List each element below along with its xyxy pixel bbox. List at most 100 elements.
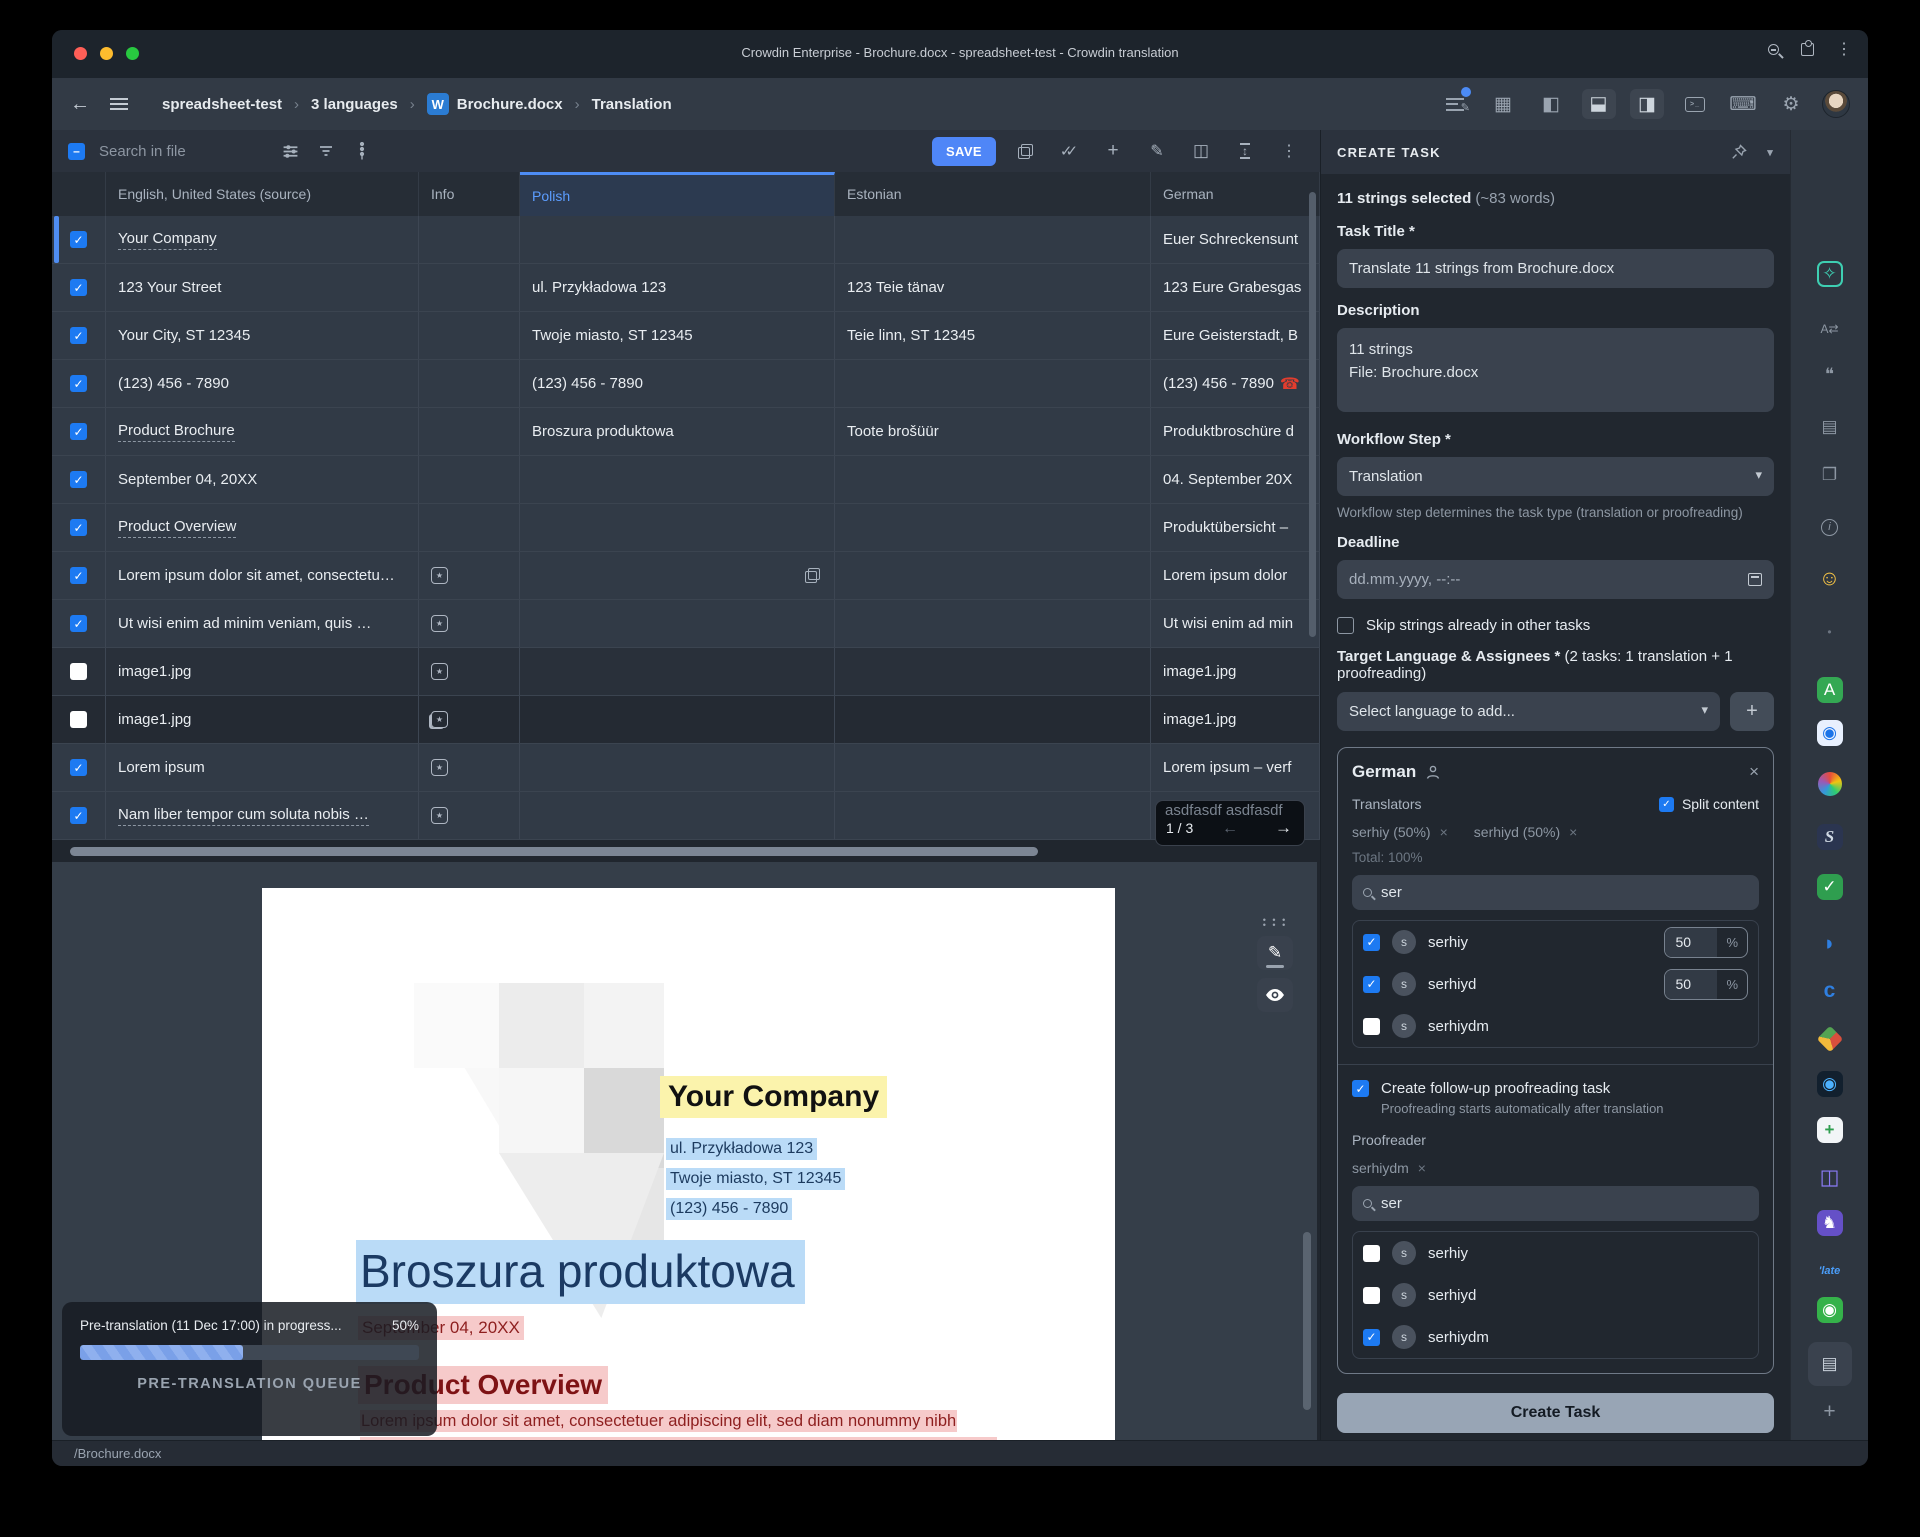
- table-row[interactable]: ✓Product BrochureBroszura produktowaToot…: [52, 408, 1320, 456]
- assignee-option[interactable]: sserhiyd: [1353, 1274, 1758, 1316]
- table-row[interactable]: ✓123 Your Streetul. Przykładowa 123123 T…: [52, 264, 1320, 312]
- popup-prev-icon[interactable]: ←: [1222, 820, 1238, 838]
- green-eye-icon[interactable]: ◉: [1817, 1297, 1843, 1323]
- assignee-checkbox[interactable]: [1363, 1245, 1380, 1262]
- table-row[interactable]: ✓September 04, 20XX04. September 20X: [52, 456, 1320, 504]
- row-checkbox[interactable]: ✓: [70, 807, 87, 824]
- eye-app-icon[interactable]: ◉: [1817, 720, 1843, 746]
- pages-icon[interactable]: ❐: [1816, 461, 1844, 489]
- popup-next-icon[interactable]: →: [1275, 818, 1292, 838]
- terminal-icon[interactable]: >_: [1678, 89, 1712, 119]
- row-checkbox[interactable]: ✓: [70, 759, 87, 776]
- zoom-icon[interactable]: [1768, 44, 1779, 55]
- notes-edit-icon[interactable]: [1438, 89, 1472, 119]
- table-row[interactable]: image1.jpg★image1.jpg: [52, 648, 1320, 696]
- add-extension-icon[interactable]: +: [1816, 1398, 1844, 1426]
- s-logo-icon[interactable]: S: [1817, 824, 1843, 850]
- breadcrumb-project[interactable]: spreadsheet-test: [162, 96, 282, 113]
- row-checkbox[interactable]: ✓: [70, 375, 87, 392]
- search-input[interactable]: Search in file: [99, 143, 269, 160]
- followup-proofreading-checkbox[interactable]: ✓: [1352, 1080, 1369, 1097]
- translator-app-icon[interactable]: A: [1817, 677, 1843, 703]
- late-text-icon[interactable]: 'late: [1816, 1257, 1844, 1285]
- assignee-option[interactable]: ✓sserhiy%: [1353, 921, 1758, 963]
- toolbar-menu-icon[interactable]: ⋮: [1274, 137, 1304, 165]
- left-panel-icon[interactable]: ◧: [1534, 89, 1568, 119]
- assignee-option[interactable]: sserhiydm: [1353, 1005, 1758, 1047]
- row-checkbox[interactable]: ✓: [70, 231, 87, 248]
- filter-icon[interactable]: [311, 137, 341, 165]
- deadline-input[interactable]: dd.mm.yyyy, --:--: [1337, 560, 1774, 599]
- table-row[interactable]: ✓Ut wisi enim ad minim veniam, quis …★Ut…: [52, 600, 1320, 648]
- bottom-panel-icon[interactable]: ◨: [1582, 89, 1616, 119]
- file-info-icon[interactable]: i: [1816, 513, 1844, 541]
- table-row[interactable]: image1.jpg★image1.jpg: [52, 696, 1320, 744]
- approve-all-icon[interactable]: ✓✓: [1054, 137, 1084, 165]
- assignee-option[interactable]: ✓sserhiydm: [1353, 1316, 1758, 1358]
- purple-panes-icon[interactable]: ◫: [1816, 1163, 1844, 1191]
- more-dots-icon[interactable]: [347, 137, 377, 165]
- extensions-icon[interactable]: [1801, 43, 1814, 56]
- row-checkbox[interactable]: [70, 663, 87, 680]
- breadcrumb-languages[interactable]: 3 languages: [311, 96, 398, 113]
- proofreader-search[interactable]: [1352, 1186, 1759, 1221]
- row-checkbox[interactable]: ✓: [70, 567, 87, 584]
- table-row[interactable]: ✓Your CompanyEuer Schreckensunt: [52, 216, 1320, 264]
- preview-drag-handle[interactable]: • • •• • •: [1257, 918, 1293, 928]
- description-textarea[interactable]: 11 strings File: Brochure.docx: [1337, 328, 1774, 412]
- row-checkbox[interactable]: ✓: [70, 615, 87, 632]
- keyboard-shortcuts-icon[interactable]: ⌨: [1726, 89, 1760, 119]
- remove-chip-icon[interactable]: ×: [1440, 824, 1448, 840]
- card-view-icon[interactable]: ▤: [1816, 413, 1844, 441]
- green-check-icon[interactable]: ✓: [1817, 874, 1843, 900]
- assignee-checkbox[interactable]: [1363, 1018, 1380, 1035]
- browser-menu-icon[interactable]: ⋮: [1836, 43, 1852, 56]
- table-row[interactable]: ✓Your City, ST 12345Twoje miasto, ST 123…: [52, 312, 1320, 360]
- assignee-checkbox[interactable]: [1363, 1287, 1380, 1304]
- notes-add-icon[interactable]: ▤: [1808, 1342, 1852, 1386]
- row-checkbox[interactable]: [70, 711, 87, 728]
- right-panel-icon[interactable]: ◨: [1630, 89, 1664, 119]
- preview-eye-button[interactable]: [1257, 978, 1293, 1012]
- assignee-checkbox[interactable]: ✓: [1363, 934, 1380, 951]
- column-header-polish[interactable]: Polish: [520, 172, 835, 216]
- row-checkbox[interactable]: ✓: [70, 519, 87, 536]
- table-row[interactable]: ✓Lorem ipsum dolor sit amet, consectetu……: [52, 552, 1320, 600]
- select-all-checkbox[interactable]: –: [68, 143, 85, 160]
- column-header-estonian[interactable]: Estonian: [835, 172, 1151, 216]
- ai-assistant-icon[interactable]: ✧: [1817, 261, 1843, 287]
- percent-input[interactable]: %: [1664, 927, 1748, 958]
- language-select[interactable]: Select language to add...: [1337, 692, 1720, 731]
- purple-cat-icon[interactable]: ♞: [1817, 1210, 1843, 1236]
- assignee-checkbox[interactable]: ✓: [1363, 976, 1380, 993]
- settings-gear-icon[interactable]: ⚙: [1774, 89, 1808, 119]
- split-content-checkbox[interactable]: ✓: [1659, 797, 1674, 812]
- comment-icon[interactable]: ❝: [1816, 361, 1844, 389]
- duplicate-icon[interactable]: [805, 568, 820, 583]
- calendar-icon[interactable]: [1748, 573, 1762, 586]
- menu-icon[interactable]: [110, 98, 128, 110]
- row-height-icon[interactable]: ↕: [1230, 137, 1260, 165]
- pretranslation-queue-button[interactable]: PRE-TRANSLATION QUEUE: [62, 1376, 437, 1392]
- assignee-option[interactable]: sserhiy: [1353, 1232, 1758, 1274]
- table-row[interactable]: ✓(123) 456 - 7890(123) 456 - 7890(123) 4…: [52, 360, 1320, 408]
- skip-strings-checkbox[interactable]: [1337, 617, 1354, 634]
- workflow-step-select[interactable]: Translation: [1337, 457, 1774, 496]
- panel-collapse-icon[interactable]: ▾: [1767, 146, 1774, 159]
- doc-plus-icon[interactable]: +: [1817, 1117, 1843, 1143]
- preview-edit-button[interactable]: ✎: [1257, 936, 1293, 970]
- breadcrumb-page[interactable]: Translation: [592, 96, 672, 113]
- user-avatar[interactable]: [1822, 90, 1850, 118]
- table-vertical-scrollbar[interactable]: [1309, 192, 1316, 637]
- table-horizontal-scrollbar[interactable]: [70, 847, 1038, 856]
- table-row[interactable]: ✓Nam liber tempor cum soluta nobis …★: [52, 792, 1320, 840]
- dot-separator[interactable]: •: [1816, 618, 1844, 646]
- cube-app-icon[interactable]: [1816, 1025, 1844, 1053]
- remove-language-icon[interactable]: ×: [1749, 762, 1759, 782]
- columns-icon[interactable]: ◫: [1186, 137, 1216, 165]
- c-spark-icon[interactable]: c: [1816, 977, 1844, 1005]
- edit-pencil-icon[interactable]: ✎: [1142, 137, 1172, 165]
- table-row[interactable]: ✓Lorem ipsum★Lorem ipsum – verf: [52, 744, 1320, 792]
- row-checkbox[interactable]: ✓: [70, 327, 87, 344]
- copy-source-icon[interactable]: [1010, 137, 1040, 165]
